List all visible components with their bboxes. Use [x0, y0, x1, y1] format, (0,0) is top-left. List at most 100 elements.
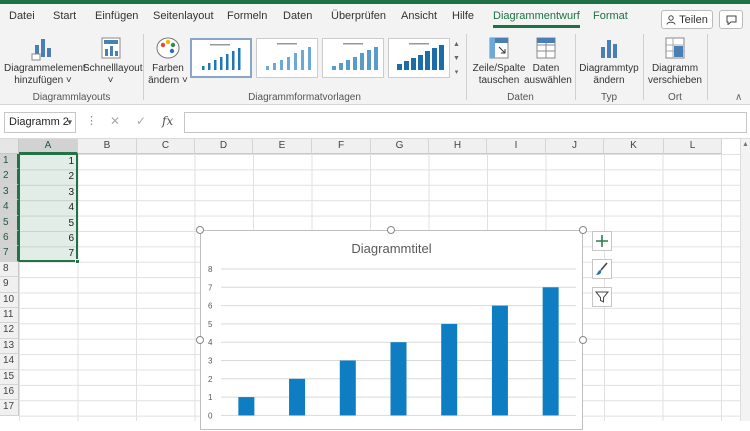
cell-a6[interactable]: 6	[19, 231, 77, 246]
move-chart-button[interactable]: Diagramm verschieben	[647, 35, 703, 87]
y-tick-label: 6	[208, 302, 213, 311]
row-header-2[interactable]: 2	[0, 169, 19, 185]
add-chart-element-icon	[31, 39, 51, 61]
gallery-scroll[interactable]: ▲ ▼ ▾	[452, 38, 461, 82]
vertical-scrollbar[interactable]: ▲	[740, 139, 750, 421]
column-header-a[interactable]: A	[19, 139, 78, 154]
y-tick-label: 2	[208, 375, 213, 384]
row-header-17[interactable]: 17	[0, 400, 19, 416]
chart-style-preview	[332, 43, 378, 70]
resize-handle-top[interactable]	[387, 226, 395, 234]
plus-icon	[596, 235, 608, 247]
row-header-13[interactable]: 13	[0, 338, 19, 355]
row-header-16[interactable]: 16	[0, 385, 19, 401]
enter-icon[interactable]: ✓	[136, 114, 146, 128]
group-label-data: Daten	[507, 92, 534, 103]
select-data-icon	[536, 37, 556, 59]
column-header-l[interactable]: L	[664, 139, 722, 154]
cell-a4[interactable]: 4	[19, 200, 77, 215]
column-header-d[interactable]: D	[195, 139, 253, 154]
row-header-9[interactable]: 9	[0, 277, 19, 293]
cell-a2[interactable]: 2	[19, 169, 77, 184]
y-tick-label: 8	[208, 265, 213, 274]
cell-a3[interactable]: 3	[19, 185, 77, 200]
switch-row-column-button[interactable]: Zeile/Spalte tauschen	[472, 35, 526, 87]
cancel-icon[interactable]: ✕	[110, 114, 120, 128]
chart-filters-button[interactable]	[592, 287, 612, 307]
row-header-4[interactable]: 4	[0, 200, 19, 216]
resize-handle-right[interactable]	[579, 336, 587, 344]
row-header-14[interactable]: 14	[0, 354, 19, 370]
chart-style-thumbnail-1[interactable]	[190, 38, 252, 78]
resize-handle-left[interactable]	[196, 336, 204, 344]
row-header-1[interactable]: 1	[0, 154, 19, 170]
column-header-h[interactable]: H	[429, 139, 487, 154]
resize-handle-top-left[interactable]	[196, 226, 204, 234]
row-header-8[interactable]: 8	[0, 261, 19, 278]
chevron-down-icon[interactable]: ▾	[67, 117, 72, 128]
cell-a7[interactable]: 7	[19, 246, 77, 261]
column-header-k[interactable]: K	[604, 139, 664, 154]
cell-a5[interactable]: 5	[19, 216, 77, 231]
tab-datei[interactable]: Datei	[9, 10, 35, 22]
row-header-11[interactable]: 11	[0, 308, 19, 324]
row-header-6[interactable]: 6	[0, 231, 19, 247]
change-colors-button[interactable]: Farben ändern ˅	[148, 35, 188, 87]
collapse-ribbon-icon[interactable]: ∧	[735, 92, 742, 103]
name-box[interactable]: Diagramm 2 ▾	[4, 112, 76, 133]
scroll-up-icon[interactable]: ▲	[742, 141, 749, 148]
row-header-7[interactable]: 7	[0, 246, 19, 262]
tab-daten[interactable]: Daten	[283, 10, 312, 22]
insert-function-icon[interactable]: fx	[162, 114, 173, 128]
chart-style-thumbnail-2[interactable]	[256, 38, 318, 78]
tab-ansicht[interactable]: Ansicht	[401, 10, 437, 22]
bar-1[interactable]	[238, 397, 255, 416]
change-colors-label: Farben ändern	[148, 63, 184, 86]
row-header-12[interactable]: 12	[0, 323, 19, 339]
select-all-corner[interactable]	[0, 139, 19, 154]
tab-formeln[interactable]: Formeln	[227, 10, 267, 22]
quick-layout-icon	[101, 37, 120, 59]
chart-style-thumbnail-4[interactable]	[388, 38, 450, 78]
tab-seitenlayout[interactable]: Seitenlayout	[153, 10, 214, 22]
y-tick-label: 5	[208, 320, 213, 329]
tab-format[interactable]: Format	[593, 10, 628, 22]
bar-3[interactable]	[339, 360, 356, 416]
add-chart-element-button[interactable]: Diagrammelement hinzufügen ˅	[4, 35, 86, 87]
column-header-b[interactable]: B	[78, 139, 137, 154]
column-header-e[interactable]: E	[253, 139, 312, 154]
cell-a1[interactable]: 1	[19, 154, 77, 169]
row-header-3[interactable]: 3	[0, 184, 19, 201]
row-header-10[interactable]: 10	[0, 292, 19, 308]
chart-object[interactable]: Diagrammtitel 012345678	[200, 230, 583, 430]
column-header-g[interactable]: G	[371, 139, 429, 154]
row-header-5[interactable]: 5	[0, 215, 19, 231]
column-header-i[interactable]: I	[487, 139, 546, 154]
share-button[interactable]: Teilen	[661, 10, 713, 29]
tab-start[interactable]: Start	[53, 10, 76, 22]
tab-ueberpruefen[interactable]: Überprüfen	[331, 10, 386, 22]
chart-style-thumbnail-3[interactable]	[322, 38, 384, 78]
bar-4[interactable]	[390, 342, 407, 416]
tab-diagrammentwurf[interactable]: Diagrammentwurf	[493, 10, 580, 28]
quick-layout-button[interactable]: Schnelllayout ˅	[83, 35, 142, 87]
change-chart-type-button[interactable]: Diagrammtyp ändern	[579, 35, 639, 87]
column-header-c[interactable]: C	[137, 139, 195, 154]
chart-elements-button[interactable]	[592, 231, 612, 251]
column-header-j[interactable]: J	[546, 139, 604, 154]
resize-handle-top-right[interactable]	[579, 226, 587, 234]
chart-styles-button[interactable]	[592, 259, 612, 279]
bar-2[interactable]	[289, 378, 306, 416]
add-chart-element-label: Diagrammelement hinzufügen	[4, 63, 86, 86]
group-label-location: Ort	[668, 92, 682, 103]
bar-5[interactable]	[441, 323, 458, 416]
bar-7[interactable]	[542, 287, 559, 416]
row-header-15[interactable]: 15	[0, 369, 19, 385]
column-header-f[interactable]: F	[312, 139, 371, 154]
formula-input[interactable]	[184, 112, 747, 133]
bar-6[interactable]	[491, 305, 508, 416]
tab-einfuegen[interactable]: Einfügen	[95, 10, 138, 22]
comment-button[interactable]	[719, 10, 743, 29]
select-data-button[interactable]: Daten auswählen	[524, 35, 572, 87]
tab-hilfe[interactable]: Hilfe	[452, 10, 474, 22]
